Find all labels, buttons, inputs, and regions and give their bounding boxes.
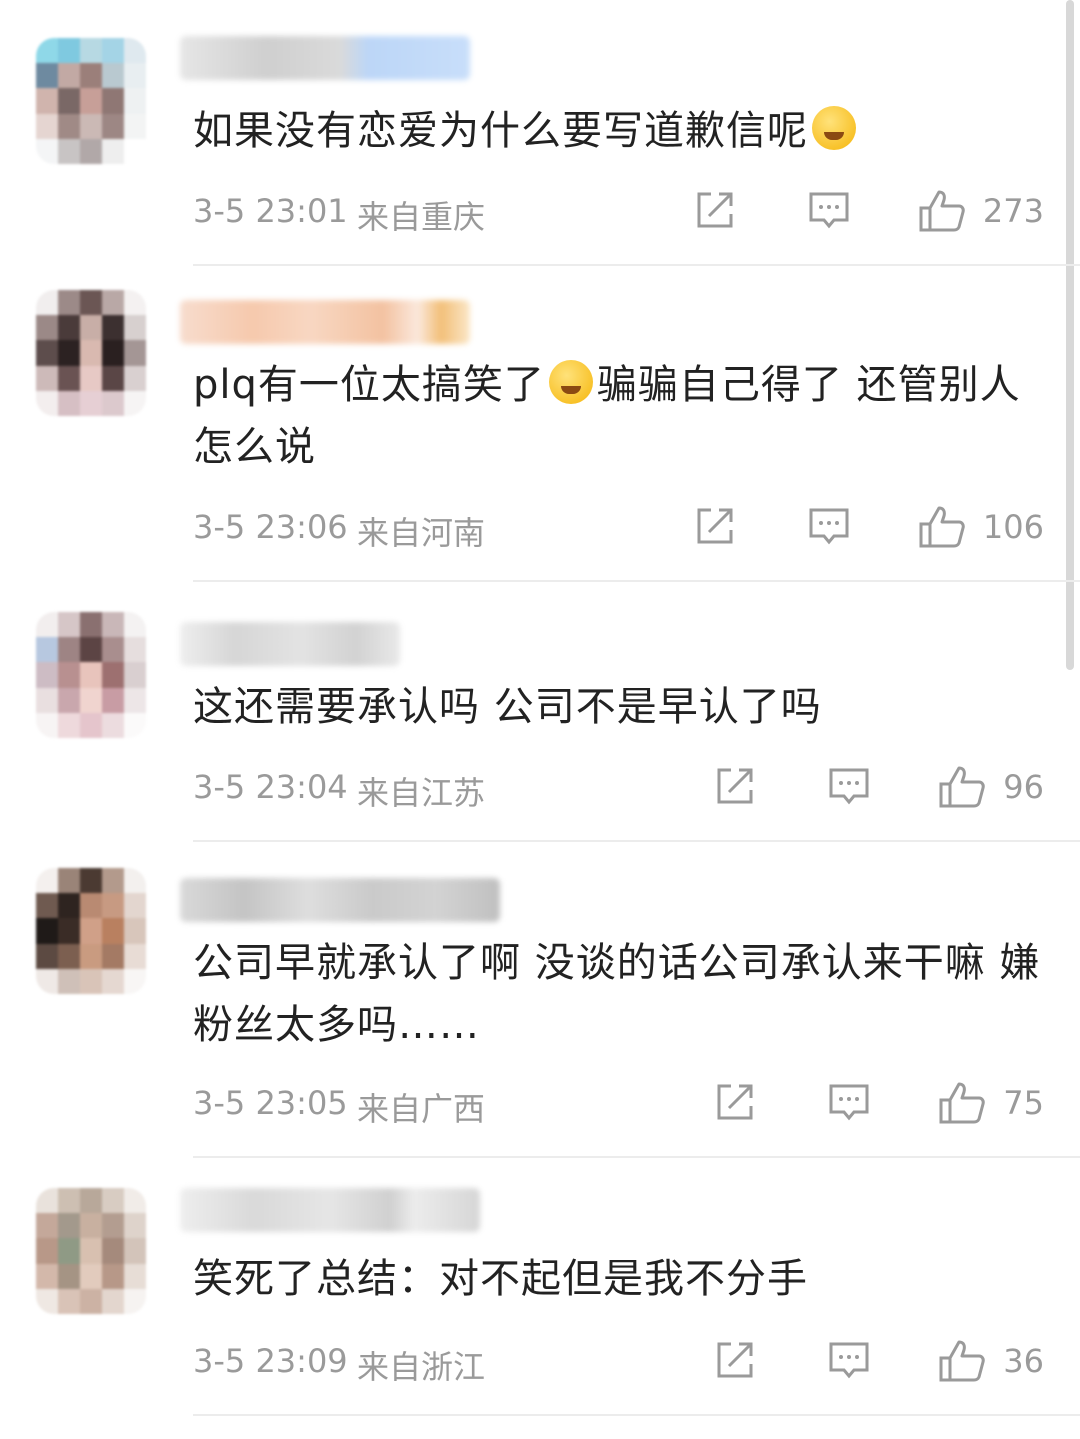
comment-item: 笑死了总结：对不起但是我不分手 3-5 23:09 来自浙江 36: [0, 1158, 1080, 1418]
comment-item: 公司早就承认了啊 没谈的话公司承认来干嘛 嫌粉丝太多吗…… 3-5 23:05 …: [0, 842, 1080, 1158]
comment-location: 来自江苏: [357, 774, 486, 812]
username-blurred[interactable]: [180, 1188, 480, 1232]
like-count: 36: [1003, 1342, 1044, 1380]
username-blurred[interactable]: [180, 36, 470, 80]
avatar[interactable]: [36, 38, 146, 164]
thumbs-up-icon[interactable]: [937, 1338, 987, 1384]
comment-icon[interactable]: [807, 188, 851, 232]
tears-of-joy-emoji: [812, 106, 856, 150]
comment-item: 这还需要承认吗 公司不是早认了吗 3-5 23:04 来自江苏 96: [0, 582, 1080, 842]
avatar[interactable]: [36, 868, 146, 994]
thumbs-up-icon[interactable]: [937, 1080, 987, 1126]
comment-location: 来自广西: [357, 1090, 486, 1128]
comment-text: 这还需要承认吗 公司不是早认了吗: [193, 684, 822, 730]
comment-time: 3-5 23:09: [193, 1342, 348, 1380]
comment-item: plq有一位太搞笑了 骗骗自己得了 还管别人怎么说 3-5 23:06 来自河南 …: [0, 266, 1080, 582]
comment-location: 来自重庆: [357, 198, 486, 236]
comment-time: 3-5 23:04: [193, 768, 348, 806]
comment-time: 3-5 23:05: [193, 1084, 348, 1122]
comment-meta: 3-5 23:01 来自重庆 273: [193, 188, 1044, 236]
comment-text: 公司早就承认了啊 没谈的话公司承认来干嘛 嫌粉丝太多吗……: [193, 940, 1041, 1048]
share-icon[interactable]: [693, 188, 737, 232]
username-blurred[interactable]: [180, 878, 500, 922]
comment-list-page: 如果没有恋爱为什么要写道歉信呢 3-5 23:01 来自重庆 273 plq有一…: [0, 0, 1080, 1439]
like-count: 96: [1003, 768, 1044, 806]
comment-text: 笑死了总结：对不起但是我不分手: [193, 1256, 808, 1302]
divider: [193, 1414, 1080, 1416]
share-icon[interactable]: [713, 1080, 757, 1124]
thumbs-up-icon[interactable]: [917, 188, 967, 234]
comment-icon[interactable]: [827, 764, 871, 808]
comment-meta: 3-5 23:04 来自江苏 96: [193, 764, 1044, 812]
comment-item: 如果没有恋爱为什么要写道歉信呢 3-5 23:01 来自重庆 273: [0, 0, 1080, 266]
comment-icon[interactable]: [827, 1338, 871, 1382]
avatar[interactable]: [36, 612, 146, 738]
share-icon[interactable]: [693, 504, 737, 548]
thumbs-up-icon[interactable]: [917, 504, 967, 550]
like-count: 75: [1003, 1084, 1044, 1122]
comment-location: 来自河南: [357, 514, 486, 552]
like-count: 106: [982, 508, 1044, 546]
comment-meta: 3-5 23:09 来自浙江 36: [193, 1338, 1044, 1386]
share-icon[interactable]: [713, 1338, 757, 1382]
comment-meta: 3-5 23:05 来自广西 75: [193, 1080, 1044, 1128]
username-blurred[interactable]: [180, 300, 470, 344]
hand-over-mouth-emoji: [548, 360, 593, 404]
share-icon[interactable]: [713, 764, 757, 808]
like-count: 273: [982, 192, 1044, 230]
thumbs-up-icon[interactable]: [937, 764, 987, 810]
avatar[interactable]: [36, 1188, 146, 1314]
avatar[interactable]: [36, 290, 146, 416]
comment-icon[interactable]: [827, 1080, 871, 1124]
username-blurred[interactable]: [180, 622, 400, 666]
comment-time: 3-5 23:01: [193, 192, 348, 230]
comment-time: 3-5 23:06: [193, 508, 348, 546]
comment-icon[interactable]: [807, 504, 851, 548]
comment-location: 来自浙江: [357, 1348, 486, 1386]
comment-text: plq有一位太搞笑了 骗骗自己得了 还管别人怎么说: [193, 360, 1021, 470]
comment-text: 如果没有恋爱为什么要写道歉信呢: [193, 100, 1044, 162]
comment-meta: 3-5 23:06 来自河南 106: [193, 504, 1044, 552]
